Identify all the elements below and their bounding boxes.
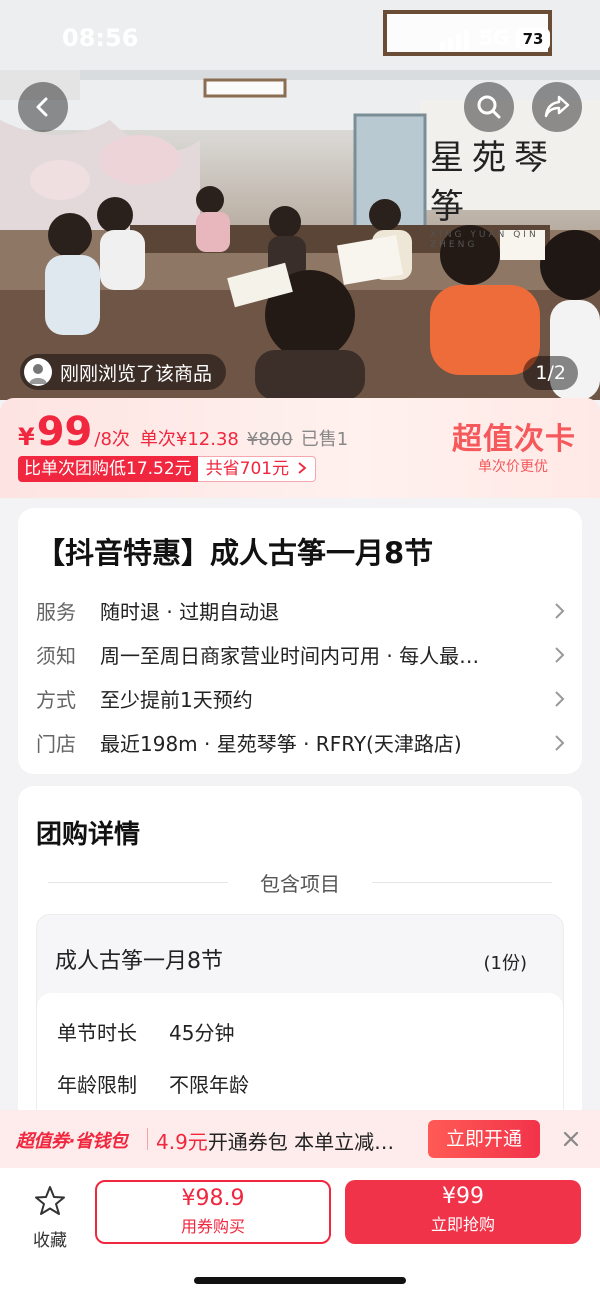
coupon-brand: 超值券·省钱包 <box>16 1131 128 1152</box>
network-type: 5G <box>479 26 510 50</box>
divider-line <box>372 882 552 883</box>
status-time: 08:56 <box>62 24 139 52</box>
open-coupon-button[interactable]: 立即开通 <box>428 1120 540 1158</box>
original-price: ¥800 <box>246 429 293 450</box>
price-value: 99 <box>36 409 93 455</box>
chevron-right-icon <box>297 462 306 474</box>
coupon-text: 4.9元开通券包 本单立减… <box>156 1126 418 1155</box>
savings-tag[interactable]: 共省701元 <box>197 456 316 482</box>
product-info-card: 【抖音特惠】成人古筝一月8节 服务 随时退 · 过期自动退 须知 周一至周日商家… <box>18 508 582 774</box>
spec-row: 单节时长 45分钟 <box>57 1017 234 1046</box>
info-row-value: 最近198m · 星苑琴筝 · RFRY(天津路店) <box>100 731 462 756</box>
share-button[interactable] <box>532 82 582 132</box>
price-line: ¥ 99 /8次 单次¥12.38 ¥800 已售1 <box>18 412 348 452</box>
coupon-buy-label: 用券购买 <box>180 1217 245 1236</box>
group-buy-detail-card: 团购详情 包含项目 成人古筝一月8节 (1份) 单节时长 45分钟 年龄限制 不… <box>18 786 582 1154</box>
info-row-label: 服务 <box>36 599 76 624</box>
recently-viewed-text: 刚刚浏览了该商品 <box>60 362 213 385</box>
info-row-value: 随时退 · 过期自动退 <box>100 599 280 624</box>
recently-viewed-badge: 刚刚浏览了该商品 <box>20 354 227 390</box>
buy-now-price: ¥99 <box>442 1184 484 1209</box>
info-row-service[interactable]: 服务 随时退 · 过期自动退 <box>36 590 566 630</box>
item-name: 成人古筝一月8节 <box>55 949 223 974</box>
info-row-method[interactable]: 方式 至少提前1天预约 <box>36 678 566 718</box>
info-row-notice[interactable]: 须知 周一至周日商家营业时间内可用 · 每人最… <box>36 634 566 674</box>
coupon-price: 4.9元 <box>156 1130 208 1154</box>
spec-key: 单节时长 <box>57 1021 137 1045</box>
price-currency: ¥ <box>18 423 35 451</box>
back-button[interactable] <box>18 82 68 132</box>
signal-icon <box>440 30 469 50</box>
chevron-right-icon <box>555 603 565 619</box>
savings-tag-text: 共省701元 <box>205 459 290 479</box>
info-row-value: 至少提前1天预约 <box>100 687 253 712</box>
favorite-label: 收藏 <box>33 1231 67 1251</box>
info-row-store[interactable]: 门店 最近198m · 星苑琴筝 · RFRY(天津路店) <box>36 722 566 762</box>
price-tags: 比单次团购低17.52元 共省701元 <box>18 456 316 482</box>
divider <box>147 1128 148 1150</box>
info-row-label: 方式 <box>36 687 76 712</box>
search-button[interactable] <box>464 82 514 132</box>
info-row-value: 周一至周日商家营业时间内可用 · 每人最… <box>100 643 480 668</box>
status-bar: 08:56 5G 73 <box>0 22 600 58</box>
spec-key: 年龄限制 <box>57 1073 137 1097</box>
price-unit: /8次 <box>94 429 130 450</box>
buy-now-label: 立即抢购 <box>430 1215 495 1234</box>
spec-value: 45分钟 <box>169 1021 235 1045</box>
star-icon <box>35 1186 65 1215</box>
discount-tag: 比单次团购低17.52元 <box>18 456 198 482</box>
spec-row: 年龄限制 不限年龄 <box>57 1069 249 1098</box>
info-row-label: 门店 <box>36 731 76 756</box>
coupon-buy-button[interactable]: ¥98.9 用券购买 <box>95 1180 331 1244</box>
buy-now-button[interactable]: ¥99 立即抢购 <box>345 1180 581 1244</box>
coupon-desc: 开通券包 本单立减… <box>207 1130 395 1154</box>
sold-count: 已售1 <box>300 429 349 450</box>
info-row-label: 须知 <box>36 643 76 668</box>
coupon-buy-price: ¥98.9 <box>181 1186 245 1211</box>
battery-icon: 73 <box>516 28 550 50</box>
avatar <box>24 358 52 386</box>
promo-subtitle: 单次价更优 <box>478 459 548 475</box>
home-indicator[interactable] <box>194 1277 406 1284</box>
single-price: 单次¥12.38 <box>139 429 239 450</box>
chevron-right-icon <box>555 647 565 663</box>
search-icon <box>477 95 501 119</box>
share-icon <box>544 95 570 118</box>
favorite-button[interactable]: 收藏 <box>24 1184 76 1254</box>
image-counter: 1/2 <box>523 356 578 390</box>
product-photo[interactable]: 星苑琴筝 XING YUAN QIN ZHENG 08:56 5G 73 刚刚浏… <box>0 0 600 400</box>
chevron-left-icon <box>36 97 48 117</box>
close-icon[interactable] <box>560 1128 582 1150</box>
promo-title: 超值次卡 <box>452 422 576 457</box>
chevron-right-icon <box>555 691 565 707</box>
shop-sign: 星苑琴筝 XING YUAN QIN ZHENG <box>430 130 590 250</box>
spec-value: 不限年龄 <box>169 1073 249 1097</box>
chevron-right-icon <box>555 735 565 751</box>
shop-sign-sub: XING YUAN QIN ZHENG <box>430 230 539 250</box>
item-quantity: (1份) <box>483 953 528 974</box>
detail-title: 团购详情 <box>36 820 141 850</box>
product-title: 【抖音特惠】成人古筝一月8节 <box>36 536 434 570</box>
coupon-pack-bar: 超值券·省钱包 4.9元开通券包 本单立减… 立即开通 <box>0 1110 600 1168</box>
shop-sign-text: 星苑琴筝 <box>430 138 556 227</box>
